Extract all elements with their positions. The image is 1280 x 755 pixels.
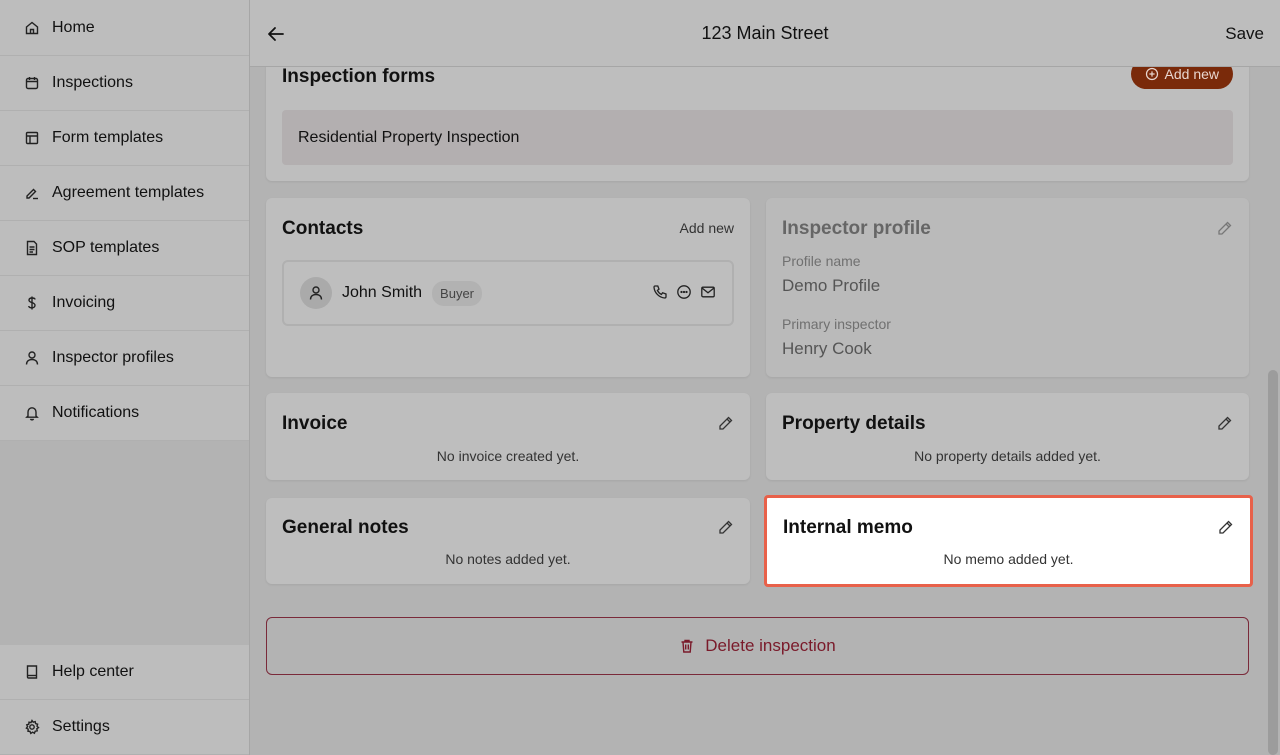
internal-memo-card[interactable]: Internal memo No memo added yet. [764, 495, 1253, 587]
home-icon [24, 20, 40, 36]
pencil-icon[interactable] [718, 519, 734, 535]
invoice-card: Invoice No invoice created yet. [266, 393, 750, 480]
sidebar-item-label: Help center [52, 663, 134, 680]
sidebar-item-label: Inspections [52, 74, 133, 91]
bell-icon [24, 405, 40, 421]
add-new-label: Add new [1164, 67, 1219, 82]
contacts-card: Contacts Add new John Smith Buyer [266, 198, 750, 377]
message-icon[interactable] [676, 284, 692, 300]
contact-name: John Smith [342, 284, 423, 301]
contact-item[interactable]: John Smith Buyer [282, 260, 734, 326]
form-item-label: Residential Property Inspection [298, 128, 520, 146]
trash-icon [679, 638, 695, 654]
main-content: Inspection forms Add new Residential Pro… [250, 67, 1266, 755]
delete-inspection-button[interactable]: Delete inspection [266, 617, 1249, 675]
empty-state-text: No memo added yet. [943, 551, 1074, 567]
sidebar-item-label: Agreement templates [52, 184, 205, 201]
pencil-icon[interactable] [1217, 220, 1233, 236]
signature-icon [24, 185, 40, 201]
contact-actions [652, 284, 716, 300]
sidebar-item-label: Form templates [52, 129, 164, 146]
sidebar-item-notifications[interactable]: Notifications [0, 386, 249, 441]
general-notes-card: General notes No notes added yet. [266, 498, 750, 584]
dollar-icon [24, 295, 40, 311]
card-title: Contacts [282, 218, 364, 239]
pencil-icon[interactable] [718, 415, 734, 431]
profile-name-value: Demo Profile [782, 276, 881, 295]
sidebar-item-form-templates[interactable]: Form templates [0, 111, 249, 166]
sidebar-item-label: SOP templates [52, 239, 160, 256]
sidebar-item-label: Home [52, 18, 95, 36]
form-item[interactable]: Residential Property Inspection [282, 110, 1233, 165]
inspector-profile-card: Inspector profile Profile name Demo Prof… [766, 198, 1249, 377]
gear-icon [24, 719, 40, 735]
profile-name-label: Profile name [782, 253, 861, 269]
calendar-icon [24, 75, 40, 91]
sidebar-item-sop-templates[interactable]: SOP templates [0, 221, 249, 276]
add-contact-button[interactable]: Add new [680, 220, 734, 236]
primary-inspector-value: Henry Cook [782, 339, 872, 358]
sidebar-item-inspections[interactable]: Inspections [0, 56, 249, 111]
card-title: Inspection forms [282, 67, 436, 87]
add-form-button[interactable]: Add new [1130, 67, 1233, 89]
back-arrow-icon[interactable] [266, 24, 286, 44]
book-icon [24, 664, 40, 680]
sidebar-item-label: Inspector profiles [52, 349, 174, 366]
sidebar: Home Inspections Form templates Agreemen… [0, 0, 250, 755]
role-badge: Buyer [432, 280, 483, 306]
scrollbar[interactable] [1268, 67, 1278, 755]
sidebar-item-label: Settings [52, 718, 110, 735]
sidebar-nav: Home Inspections Form templates Agreemen… [0, 0, 249, 441]
pencil-icon[interactable] [1217, 415, 1233, 431]
document-icon [24, 240, 40, 256]
top-bar: 123 Main Street Save [250, 0, 1280, 67]
sidebar-item-agreement-templates[interactable]: Agreement templates [0, 166, 249, 221]
delete-label: Delete inspection [705, 636, 836, 655]
save-button[interactable]: Save [1225, 24, 1264, 44]
layout-icon [24, 130, 40, 146]
mail-icon[interactable] [700, 284, 716, 300]
sidebar-bottom: Help center Settings [0, 645, 249, 755]
user-icon [24, 350, 40, 366]
user-icon [309, 286, 323, 300]
property-details-card: Property details No property details add… [766, 393, 1249, 480]
empty-state-text: No notes added yet. [445, 551, 571, 567]
sidebar-item-invoicing[interactable]: Invoicing [0, 276, 249, 331]
card-title: Property details [782, 413, 926, 434]
inspection-forms-card: Inspection forms Add new Residential Pro… [266, 67, 1249, 181]
sidebar-item-help-center[interactable]: Help center [0, 645, 249, 700]
sidebar-item-settings[interactable]: Settings [0, 700, 249, 755]
card-title: Invoice [282, 413, 348, 434]
avatar [300, 277, 332, 309]
card-title: Inspector profile [782, 218, 931, 239]
plus-circle-icon [1145, 67, 1159, 81]
card-title: General notes [282, 517, 409, 538]
empty-state-text: No property details added yet. [914, 448, 1101, 464]
card-title: Internal memo [783, 517, 913, 538]
pencil-icon[interactable] [1218, 519, 1234, 535]
sidebar-item-home[interactable]: Home [0, 0, 249, 56]
sidebar-item-label: Invoicing [52, 294, 116, 311]
scrollbar-thumb[interactable] [1268, 370, 1278, 755]
phone-icon[interactable] [652, 284, 668, 300]
sidebar-item-inspector-profiles[interactable]: Inspector profiles [0, 331, 249, 386]
empty-state-text: No invoice created yet. [436, 448, 580, 464]
primary-inspector-label: Primary inspector [782, 316, 891, 332]
sidebar-item-label: Notifications [52, 404, 140, 421]
page-title: 123 Main Street [701, 22, 829, 43]
